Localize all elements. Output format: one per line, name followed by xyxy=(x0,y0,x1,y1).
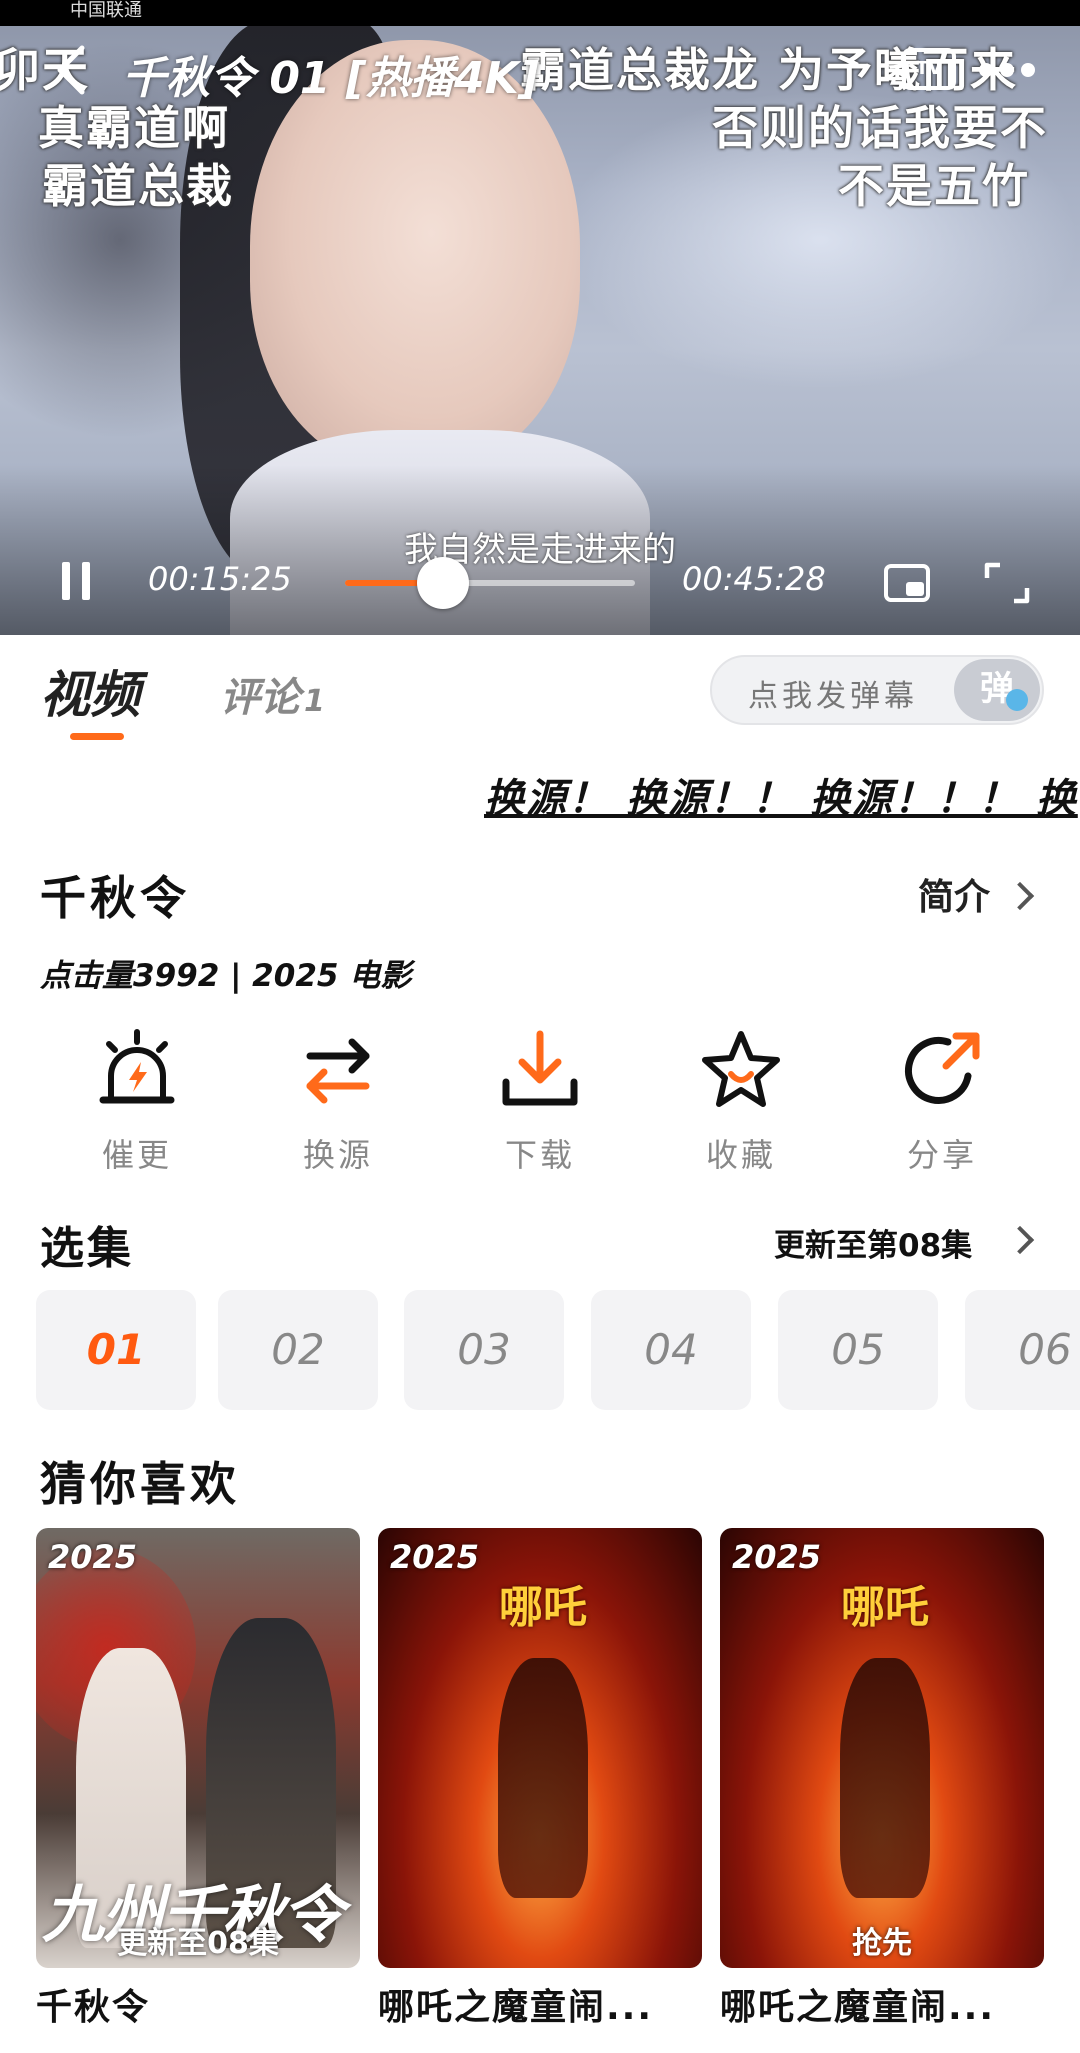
action-row: 催更 换源 下载 收藏 分享 xyxy=(0,1020,1080,1190)
action-label: 收藏 xyxy=(705,1136,776,1174)
comments-count: 1 xyxy=(304,684,325,719)
source-notice-marquee[interactable]: 换源！ 换源！！ 换源！！！ 换 xyxy=(0,758,1080,828)
status-bar: 中国联通 xyxy=(0,0,1080,26)
recommend-card[interactable]: 哪吒 2025 哪吒之魔童闹... xyxy=(378,1528,702,2030)
marquee-text: 换源！ 换源！！ 换源！！！ 换 xyxy=(484,776,1078,822)
update-badge: 更新至08集 xyxy=(117,1926,279,1961)
episode-item[interactable]: 03 xyxy=(404,1290,564,1410)
download-icon xyxy=(502,1030,578,1106)
download-button[interactable]: 下载 xyxy=(450,1020,630,1190)
video-player[interactable]: 中国联通 卯天 真霸道啊 霸道总裁 霸道总裁龙 为予曦而来 否则的话我要不 不是… xyxy=(0,0,1080,635)
urge-update-button[interactable]: 催更 xyxy=(47,1020,227,1190)
pause-icon xyxy=(62,562,70,600)
recommend-card[interactable]: 哪吒 2025 抢先 哪吒之魔童闹... xyxy=(720,1528,1044,2030)
favorite-button[interactable]: 收藏 xyxy=(651,1020,831,1190)
episodes-update-label: 更新至第08集 xyxy=(774,1228,973,1264)
seek-bar[interactable] xyxy=(345,557,635,609)
card-title: 哪吒之魔童闹... xyxy=(378,1987,654,2028)
danmaku-input[interactable]: 点我发弹幕 弹 xyxy=(710,655,1044,725)
check-icon xyxy=(1006,689,1028,711)
danmaku-toggle-button[interactable]: 弹 xyxy=(954,659,1040,721)
pause-icon xyxy=(82,562,90,600)
episode-list: 01 02 03 04 05 06 xyxy=(0,1290,1080,1410)
share-icon xyxy=(905,1032,980,1104)
view-count-meta: 点击量3992 | 2025 电影 xyxy=(40,958,412,994)
year-badge: 2025 xyxy=(732,1538,822,1576)
total-time: 00:45:28 xyxy=(682,560,826,598)
year-badge: 2025 xyxy=(48,1538,138,1576)
chevron-right-icon xyxy=(1005,881,1035,911)
episode-item[interactable]: 06 xyxy=(965,1290,1080,1410)
chevron-left-icon xyxy=(57,45,85,95)
cast-tv-button[interactable]: TV xyxy=(902,48,956,90)
episode-item[interactable]: 04 xyxy=(591,1290,751,1410)
chevron-right-icon xyxy=(1005,1225,1035,1255)
poster-title-art: 哪吒 xyxy=(841,1582,929,1633)
swap-icon xyxy=(306,1038,370,1104)
poster-image: 哪吒 2025 xyxy=(378,1528,702,1968)
carrier-label: 中国联通 xyxy=(70,0,142,21)
seek-handle[interactable] xyxy=(417,557,470,609)
year-badge: 2025 xyxy=(390,1538,480,1576)
action-label: 换源 xyxy=(302,1136,373,1174)
episode-item[interactable]: 02 xyxy=(218,1290,378,1410)
tab-comments[interactable]: 评论 1 xyxy=(220,665,325,723)
episodes-update-link[interactable]: 更新至第08集 xyxy=(774,1220,972,1265)
content-tabs: 视频 评论 1 点我发弹幕 弹 xyxy=(0,635,1080,755)
intro-link[interactable]: 简介 xyxy=(918,868,990,920)
current-time: 00:15:25 xyxy=(148,560,292,598)
recommend-card[interactable]: 九州千秋令 2025 更新至08集 千秋令 xyxy=(36,1528,360,2030)
tv-icon: TV xyxy=(915,58,943,79)
back-button[interactable] xyxy=(52,42,92,98)
card-title: 千秋令 xyxy=(36,1987,151,2028)
alarm-icon xyxy=(99,1029,175,1104)
action-label: 催更 xyxy=(101,1136,172,1174)
episode-item[interactable]: 01 xyxy=(36,1290,196,1410)
action-label: 分享 xyxy=(906,1136,977,1174)
danmaku-text: 霸道总裁 xyxy=(42,159,234,213)
intro-label: 简介 xyxy=(918,877,991,918)
picture-in-picture-button[interactable] xyxy=(884,564,930,602)
tab-video[interactable]: 视频 xyxy=(40,655,140,727)
poster-title-art: 哪吒 xyxy=(499,1582,587,1633)
card-title: 哪吒之魔童闹... xyxy=(720,1987,996,2028)
video-title: 千秋令 01 [热播4K] xyxy=(122,53,539,104)
more-dots-icon xyxy=(979,63,1035,77)
share-button[interactable]: 分享 xyxy=(852,1020,1032,1190)
switch-source-button[interactable]: 换源 xyxy=(248,1020,428,1190)
danmaku-text: 否则的话我要不 xyxy=(712,101,1048,155)
fullscreen-icon xyxy=(984,562,1030,604)
episodes-heading: 选集 xyxy=(40,1223,134,1274)
action-label: 下载 xyxy=(504,1136,575,1174)
danmaku-placeholder: 点我发弹幕 xyxy=(748,679,918,714)
danmaku-text: 不是五竹 xyxy=(838,159,1030,213)
poster-image: 哪吒 2025 抢先 xyxy=(720,1528,1044,1968)
fullscreen-button[interactable] xyxy=(984,562,1030,604)
more-button[interactable] xyxy=(972,50,1042,90)
show-title: 千秋令 xyxy=(40,871,190,925)
tab-active-indicator xyxy=(70,733,124,740)
star-icon xyxy=(702,1031,780,1107)
recommend-heading: 猜你喜欢 xyxy=(40,1457,240,1511)
tab-comments-label: 评论 xyxy=(220,675,300,721)
episode-item[interactable]: 05 xyxy=(778,1290,938,1410)
pause-button[interactable] xyxy=(62,562,92,602)
poster-image: 九州千秋令 2025 更新至08集 xyxy=(36,1528,360,1968)
update-badge: 抢先 xyxy=(852,1926,912,1961)
